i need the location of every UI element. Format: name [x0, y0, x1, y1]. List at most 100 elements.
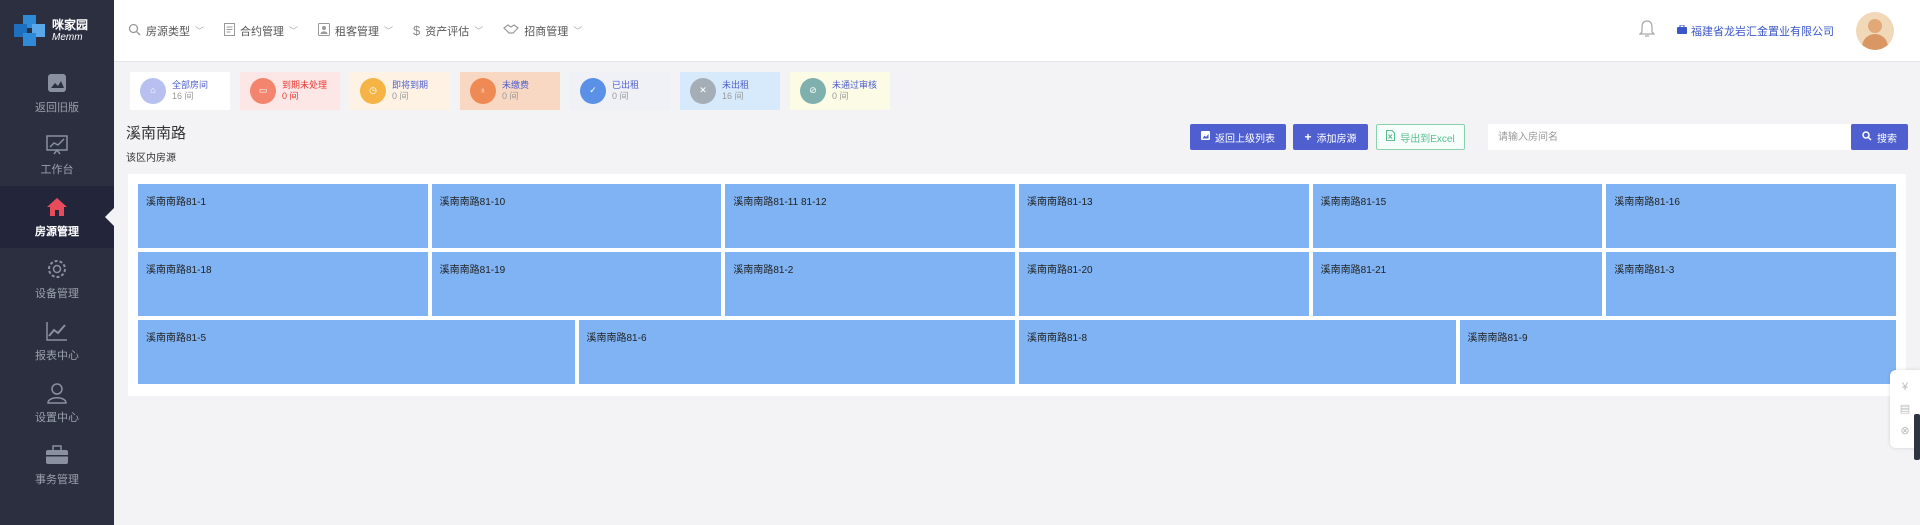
company-name: 福建省龙岩汇金置业有限公司	[1691, 25, 1834, 38]
menu-tenant[interactable]: 租客管理 ﹀	[318, 22, 393, 39]
sidebar-item-house-management[interactable]: 房源管理	[0, 186, 114, 248]
status-card-count: 0 间	[282, 91, 299, 101]
menu-house-type[interactable]: 房源类型 ﹀	[128, 23, 204, 39]
sidebar-item-reports[interactable]: 报表中心	[0, 310, 114, 372]
user-icon	[45, 381, 69, 405]
room-search-input[interactable]	[1488, 124, 1851, 150]
menu-investment[interactable]: 招商管理 ﹀	[503, 23, 582, 39]
sidebar-item-workbench[interactable]: 工作台	[0, 124, 114, 186]
status-card-count: 0 间	[832, 91, 849, 101]
room-tile[interactable]: 溪南南路81-1	[138, 184, 428, 248]
room-name: 溪南南路81-6	[586, 333, 647, 344]
brand-name-en: Memm	[52, 32, 83, 44]
status-card-count: 16 间	[172, 91, 194, 101]
image-icon	[45, 71, 69, 95]
menu-label: 房源类型	[146, 25, 190, 38]
excel-file-icon	[1386, 130, 1396, 144]
avatar[interactable]	[1856, 11, 1894, 50]
room-name: 溪南南路81-1	[146, 197, 207, 208]
status-card-count: 0 间	[612, 91, 629, 101]
search-button[interactable]: 搜索	[1851, 124, 1908, 150]
room-tile[interactable]: 溪南南路81-20	[1019, 252, 1309, 316]
add-house-button[interactable]: + 添加房源	[1293, 124, 1368, 150]
status-card-label: 未缴费	[502, 79, 530, 90]
sidebar-item-device-management[interactable]: 设备管理	[0, 248, 114, 310]
status-card[interactable]: ⌂ 全部房间 16 间	[130, 72, 230, 110]
room-name: 溪南南路81-8	[1027, 333, 1088, 344]
room-tile[interactable]: 溪南南路81-2	[725, 252, 1015, 316]
room-tile[interactable]: 溪南南路81-8	[1019, 320, 1456, 384]
logo[interactable]: 咪家园 Memm	[0, 0, 114, 62]
sidebar-item-old-version[interactable]: 返回旧版	[0, 62, 114, 124]
room-name: 溪南南路81-21	[1320, 265, 1387, 276]
calculator-icon[interactable]: ▤	[1900, 402, 1910, 415]
status-card-label: 到期未处理	[282, 79, 328, 90]
briefcase-icon	[1677, 24, 1687, 37]
room-tile[interactable]: 溪南南路81-18	[138, 252, 428, 316]
dollar-icon: $	[413, 23, 421, 38]
menu-contract[interactable]: 合约管理 ﹀	[224, 22, 299, 39]
room-tile[interactable]: 溪南南路81-21	[1312, 252, 1603, 316]
room-tile[interactable]: 溪南南路81-13	[1019, 184, 1309, 248]
bell-icon[interactable]	[1638, 20, 1656, 41]
search-icon	[128, 23, 141, 39]
room-tile[interactable]: 溪南南路81-15	[1312, 184, 1603, 248]
back-to-list-label: 返回上级列表	[1215, 133, 1275, 145]
line-chart-icon	[45, 319, 69, 343]
sidebar-item-affairs[interactable]: 事务管理	[0, 434, 114, 496]
room-tile[interactable]: 溪南南路81-5	[138, 320, 575, 384]
handshake-icon	[503, 23, 520, 38]
search-icon	[1862, 130, 1872, 144]
menu-label: 合约管理	[240, 25, 285, 38]
status-card[interactable]: ▭ 到期未处理 0 间	[240, 72, 340, 110]
house-check-icon: ✓	[580, 78, 606, 104]
add-house-label: 添加房源	[1316, 133, 1357, 145]
export-excel-button[interactable]: 导出到Excel	[1376, 124, 1465, 150]
status-card[interactable]: ♁ 未缴费 0 间	[460, 72, 560, 110]
status-card-count: 0 间	[502, 91, 519, 101]
status-card-label: 未通过审核	[832, 79, 878, 90]
room-tile[interactable]: 溪南南路81-11 81-12	[725, 184, 1015, 248]
room-tile[interactable]: 溪南南路81-10	[431, 184, 722, 248]
house-cross-icon: ✕	[690, 78, 716, 104]
close-circle-icon[interactable]: ⊗	[1900, 424, 1909, 437]
room-tile[interactable]: 溪南南路81-3	[1606, 252, 1896, 316]
menu-asset[interactable]: $ 资产评估 ﹀	[413, 23, 483, 39]
scroll-handle[interactable]	[1914, 414, 1920, 460]
room-name: 溪南南路81-11 81-12	[733, 197, 827, 208]
status-card-label: 即将到期	[392, 79, 429, 90]
back-to-list-button[interactable]: 返回上级列表	[1190, 124, 1286, 150]
chevron-down-icon: ﹀	[289, 26, 299, 36]
room-name: 溪南南路81-9	[1467, 333, 1528, 344]
status-card[interactable]: ◷ 即将到期 0 间	[350, 72, 450, 110]
chevron-down-icon: ﹀	[573, 26, 583, 36]
sidebar-item-label: 设备管理	[35, 288, 79, 300]
room-name: 溪南南路81-19	[439, 265, 506, 276]
status-card[interactable]: ⊘ 未通过审核 0 间	[790, 72, 890, 110]
status-card[interactable]: ✕ 未出租 16 间	[680, 72, 780, 110]
room-tile[interactable]: 溪南南路81-19	[431, 252, 722, 316]
home-icon	[45, 195, 69, 219]
gear-icon	[45, 257, 69, 281]
money-bag-icon: ♁	[470, 78, 496, 104]
company-link[interactable]: 福建省龙岩汇金置业有限公司	[1677, 23, 1834, 39]
top-menu: 房源类型 ﹀ 合约管理 ﹀ 租客管理 ﹀ $ 资产评估 ﹀ 招商管理 ﹀	[128, 22, 602, 39]
room-name: 溪南南路81-5	[146, 333, 207, 344]
room-tile[interactable]: 溪南南路81-9	[1459, 320, 1896, 384]
room-name: 溪南南路81-18	[146, 265, 212, 276]
status-card-count: 16 间	[722, 91, 744, 101]
room-tile[interactable]: 溪南南路81-16	[1606, 184, 1896, 248]
status-card-label: 未出租	[722, 79, 750, 90]
room-name: 溪南南路81-20	[1027, 265, 1093, 276]
yen-icon[interactable]: ¥	[1902, 381, 1908, 393]
room-name: 溪南南路81-13	[1027, 197, 1093, 208]
status-card[interactable]: ✓ 已出租 0 间	[570, 72, 670, 110]
sidebar-item-label: 事务管理	[35, 474, 79, 486]
sidebar-item-settings[interactable]: 设置中心	[0, 372, 114, 434]
chart-board-icon	[45, 133, 69, 157]
room-name: 溪南南路81-15	[1320, 197, 1387, 208]
chevron-down-icon: ﹀	[195, 26, 205, 36]
image-icon	[1201, 131, 1210, 143]
room-tile[interactable]: 溪南南路81-6	[578, 320, 1015, 384]
search-label: 搜索	[1877, 133, 1897, 145]
